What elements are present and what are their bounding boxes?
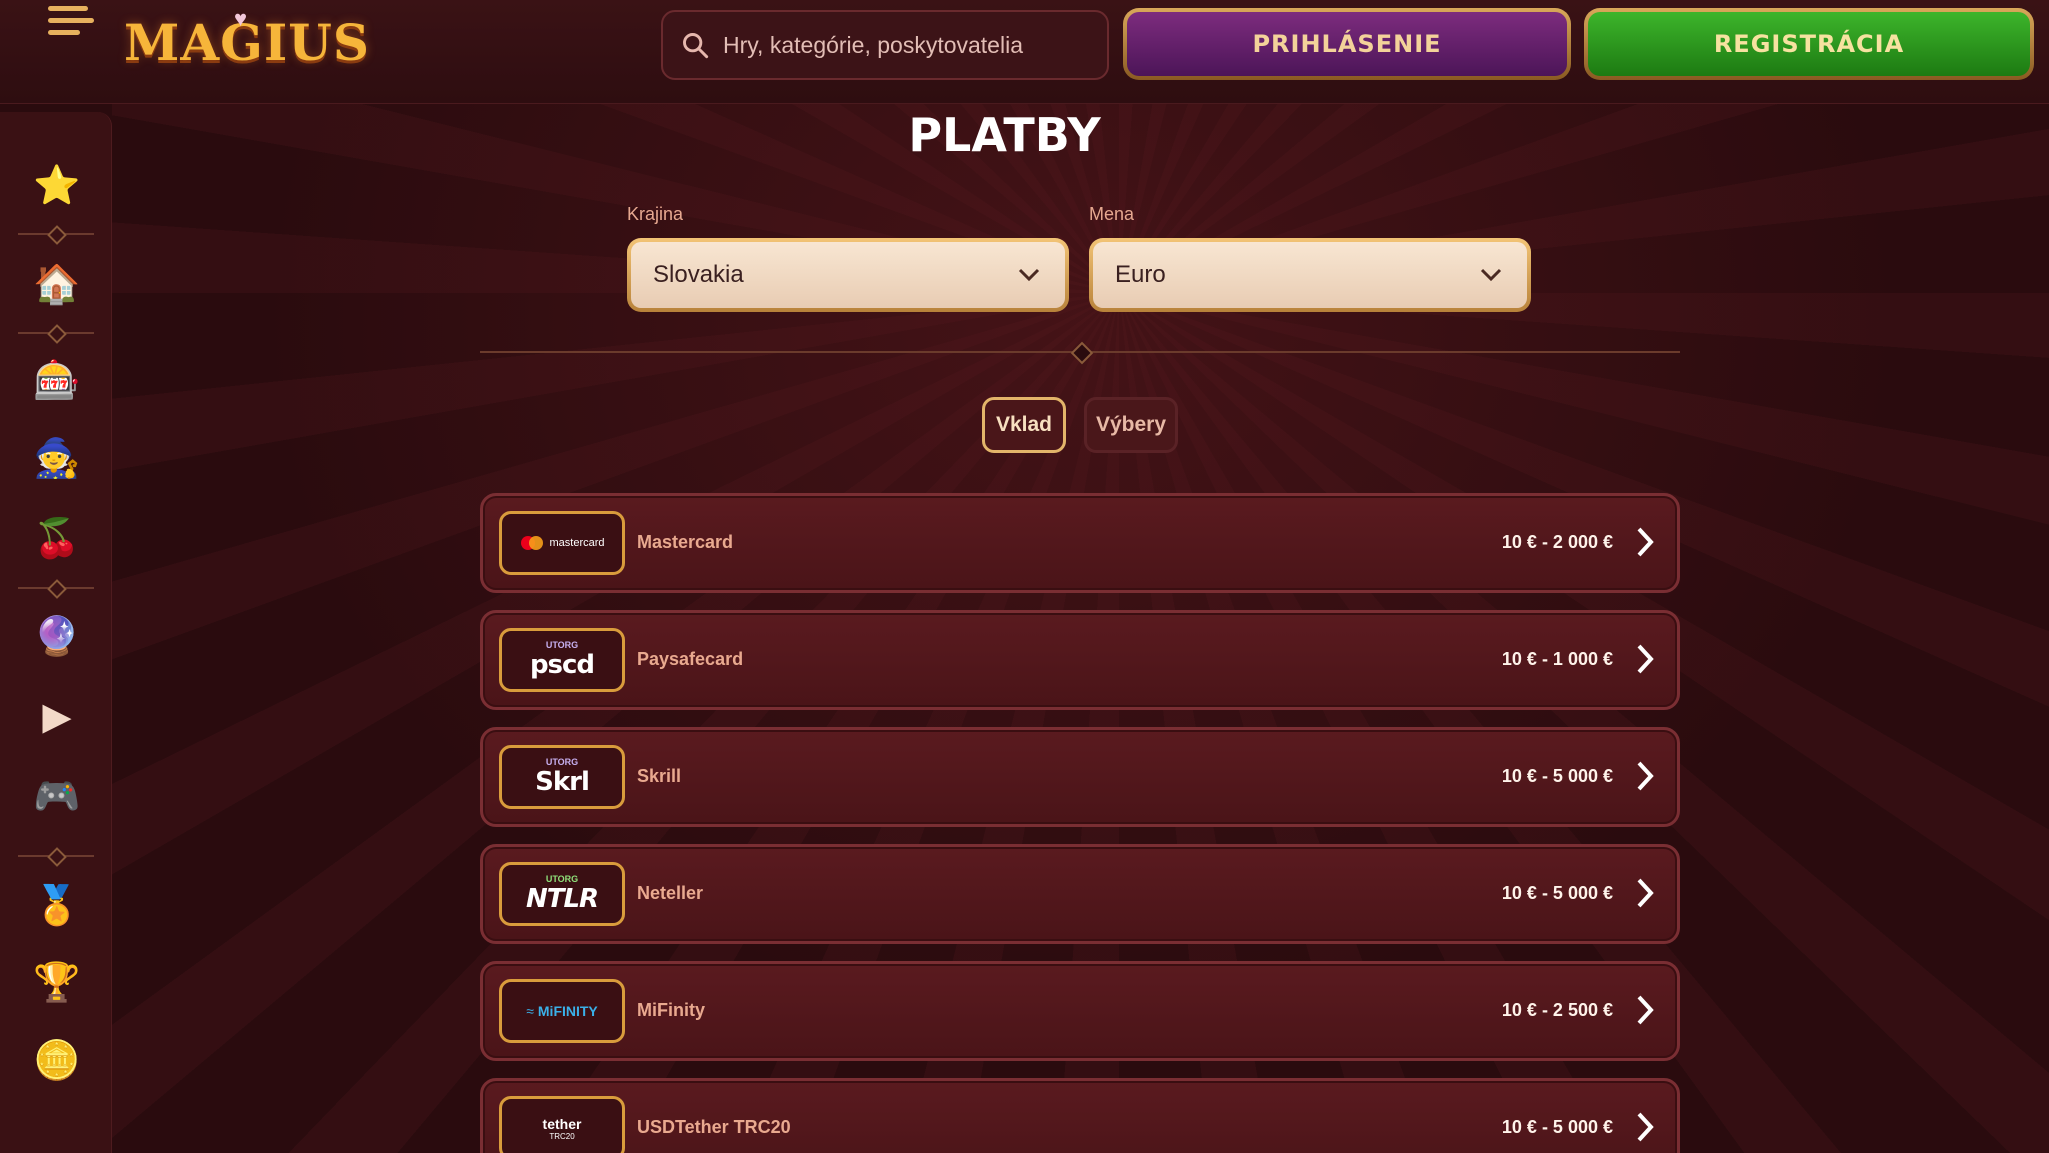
site-logo[interactable]: ♥ MAGIUS xyxy=(124,6,369,76)
chevron-down-icon xyxy=(1480,268,1502,282)
coin-icon[interactable]: 🪙 xyxy=(28,1032,86,1090)
neteller-logo: UTORG NTLR xyxy=(499,862,625,926)
sidebar-divider xyxy=(18,587,94,589)
paysafecard-logo: UTORG pscd xyxy=(499,628,625,692)
payment-name: Mastercard xyxy=(637,532,734,552)
crystal-ball-icon[interactable]: 🔮 xyxy=(28,608,86,666)
mifinity-logo: ≈ MiFINITY xyxy=(499,979,625,1043)
payment-range: 10 € - 2 500 € xyxy=(1501,1000,1613,1020)
menu-icon[interactable] xyxy=(48,4,96,40)
mastercard-logo-text: mastercard xyxy=(549,537,605,549)
medal-icon[interactable]: 🏅 xyxy=(28,877,86,935)
payment-range: 10 € - 5 000 € xyxy=(1501,1117,1613,1137)
mastercard-logo: mastercard xyxy=(499,511,625,575)
country-value: Slovakia xyxy=(653,261,744,288)
utorg-badge: UTORG xyxy=(545,757,579,767)
currency-value: Euro xyxy=(1115,261,1166,288)
trophy-icon[interactable]: 🏆 xyxy=(28,954,86,1012)
star-gift-icon[interactable]: ⭐ xyxy=(28,157,86,215)
currency-select[interactable]: Euro xyxy=(1089,238,1531,312)
gamepad-icon[interactable]: 🎮 xyxy=(28,768,86,826)
chevron-right-icon xyxy=(1637,761,1654,791)
ntlr-logo-text: NTLR xyxy=(525,884,599,914)
tab-deposit[interactable]: Vklad xyxy=(982,397,1066,453)
search-icon xyxy=(683,33,709,59)
payment-range: 10 € - 5 000 € xyxy=(1501,883,1613,903)
wizard-hat-icon[interactable]: 🧙 xyxy=(28,430,86,488)
payment-range: 10 € - 5 000 € xyxy=(1501,766,1613,786)
payment-range: 10 € - 2 000 € xyxy=(1501,532,1613,552)
payment-row-skrill[interactable]: UTORG Skrl Skrill 10 € - 5 000 € xyxy=(480,727,1680,827)
payment-name: MiFinity xyxy=(637,1000,705,1020)
chevron-down-icon xyxy=(1018,268,1040,282)
play-icon[interactable]: ▶ xyxy=(28,687,86,745)
sidebar-divider xyxy=(18,233,94,235)
tether-logo-text: tether xyxy=(542,1115,582,1132)
payment-row-mifinity[interactable]: ≈ MiFINITY MiFinity 10 € - 2 500 € xyxy=(480,961,1680,1061)
payment-name: Skrill xyxy=(637,766,682,786)
chevron-right-icon xyxy=(1637,878,1654,908)
login-button-label: PRIHLÁSENIE xyxy=(1127,12,1567,76)
register-button[interactable]: REGISTRÁCIA xyxy=(1584,8,2034,80)
utorg-badge: UTORG xyxy=(545,874,579,884)
skrl-logo-text: Skrl xyxy=(535,767,590,797)
top-bar: ♥ MAGIUS PRIHLÁSENIE REGISTRÁCIA xyxy=(0,0,2049,104)
payment-row-mastercard[interactable]: mastercard Mastercard 10 € - 2 000 € xyxy=(480,493,1680,593)
pscd-logo-text: pscd xyxy=(529,650,595,680)
tether-logo: tether TRC20 xyxy=(499,1096,625,1153)
slot-reels-icon[interactable]: 🎰 xyxy=(28,352,86,410)
login-button[interactable]: PRIHLÁSENIE xyxy=(1123,8,1571,80)
page-title: PLATBY xyxy=(908,108,1101,162)
sidebar: ⭐ 🏠 🎰 🧙 🍒 🔮 ▶ 🎮 🏅 🏆 🪙 xyxy=(0,112,112,1153)
payment-name: Paysafecard xyxy=(637,649,744,669)
house-icon[interactable]: 🏠 xyxy=(28,256,86,314)
sidebar-divider xyxy=(18,855,94,857)
tab-withdrawals[interactable]: Výbery xyxy=(1084,397,1178,453)
seven-icon[interactable]: 🍒 xyxy=(28,510,86,568)
country-label: Krajina xyxy=(627,204,684,224)
chevron-right-icon xyxy=(1637,644,1654,674)
main-content: PLATBY Krajina Slovakia Mena Euro Vklad … xyxy=(112,104,2049,1153)
trc20-badge: TRC20 xyxy=(549,1131,575,1141)
payment-row-paysafecard[interactable]: UTORG pscd Paysafecard 10 € - 1 000 € xyxy=(480,610,1680,710)
payment-row-usdtether[interactable]: tether TRC20 USDTether TRC20 10 € - 5 00… xyxy=(480,1078,1680,1153)
mifinity-wave-icon: ≈ xyxy=(526,1003,534,1019)
mifinity-logo-text: MiFINITY xyxy=(537,1003,598,1019)
currency-label: Mena xyxy=(1089,204,1135,224)
payment-name: USDTether TRC20 xyxy=(637,1117,791,1137)
chevron-right-icon xyxy=(1637,1112,1654,1142)
payment-row-neteller[interactable]: UTORG NTLR Neteller 10 € - 5 000 € xyxy=(480,844,1680,944)
payment-name: Neteller xyxy=(637,883,704,903)
utorg-badge: UTORG xyxy=(545,640,579,650)
sidebar-divider xyxy=(18,332,94,334)
skrill-logo: UTORG Skrl xyxy=(499,745,625,809)
register-button-label: REGISTRÁCIA xyxy=(1588,12,2030,76)
chevron-right-icon xyxy=(1637,527,1654,557)
chevron-right-icon xyxy=(1637,995,1654,1025)
search-input[interactable] xyxy=(723,12,1107,78)
bunny-ears-icon: ♥ xyxy=(234,6,248,31)
mastercard-circles-icon xyxy=(521,536,544,550)
payment-range: 10 € - 1 000 € xyxy=(1501,649,1613,669)
section-divider xyxy=(480,351,1680,353)
country-select[interactable]: Slovakia xyxy=(627,238,1069,312)
search-box[interactable] xyxy=(661,10,1109,80)
